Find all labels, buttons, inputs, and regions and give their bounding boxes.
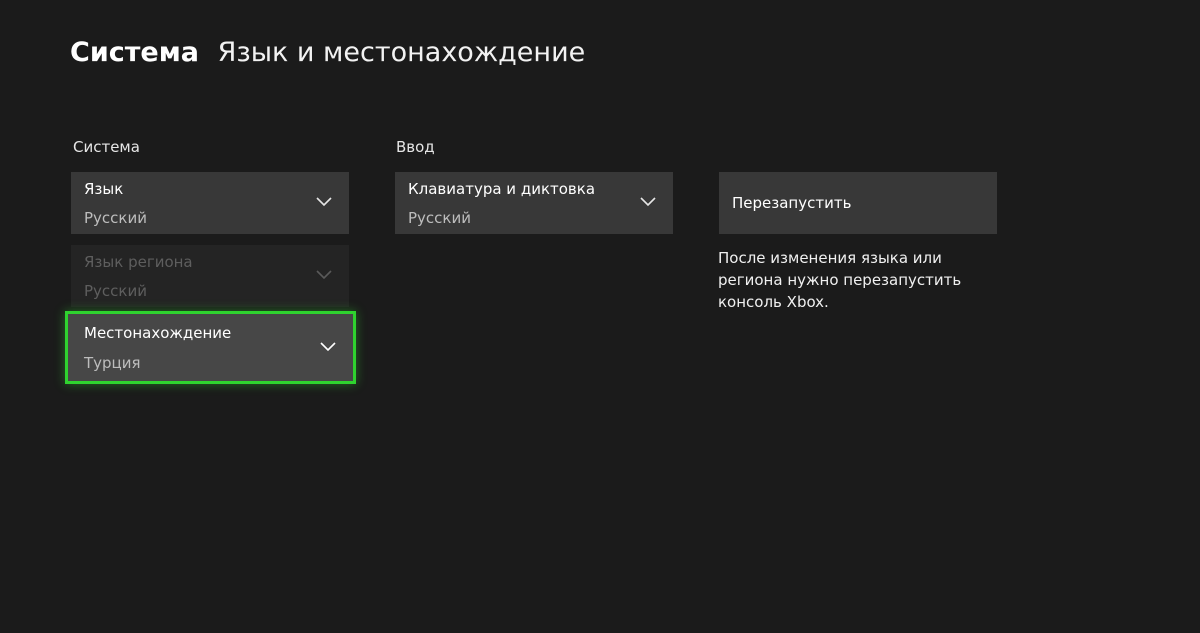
input-section-label: Ввод xyxy=(396,138,435,156)
restart-note: После изменения языка или региона нужно … xyxy=(718,249,962,311)
chevron-down-icon xyxy=(640,197,656,207)
keyboard-dictation-dropdown-title: Клавиатура и диктовка xyxy=(408,180,596,198)
restart-button-label: Перезапустить xyxy=(732,194,852,212)
chevron-down-icon xyxy=(320,342,336,352)
language-dropdown-value: Русский xyxy=(84,209,147,227)
region-language-dropdown: Язык региона Русский xyxy=(71,245,349,307)
location-dropdown[interactable]: Местонахождение Турция xyxy=(65,311,356,384)
chevron-down-icon xyxy=(316,270,332,280)
category-title: Система xyxy=(70,37,199,68)
region-language-dropdown-title: Язык региона xyxy=(84,253,193,271)
location-dropdown-title: Местонахождение xyxy=(84,324,232,342)
location-dropdown-value: Турция xyxy=(84,354,141,372)
language-dropdown[interactable]: Язык Русский xyxy=(71,172,349,234)
restart-button[interactable]: Перезапустить xyxy=(719,172,997,234)
chevron-down-icon xyxy=(316,197,332,207)
keyboard-dictation-dropdown[interactable]: Клавиатура и диктовка Русский xyxy=(395,172,673,234)
keyboard-dictation-dropdown-value: Русский xyxy=(408,209,471,227)
language-dropdown-title: Язык xyxy=(84,180,124,198)
system-section-label: Система xyxy=(73,138,140,156)
region-language-dropdown-value: Русский xyxy=(84,282,147,300)
page-header: Система Язык и местонахождение xyxy=(70,36,585,70)
page-title: Язык и местонахождение xyxy=(217,37,586,68)
